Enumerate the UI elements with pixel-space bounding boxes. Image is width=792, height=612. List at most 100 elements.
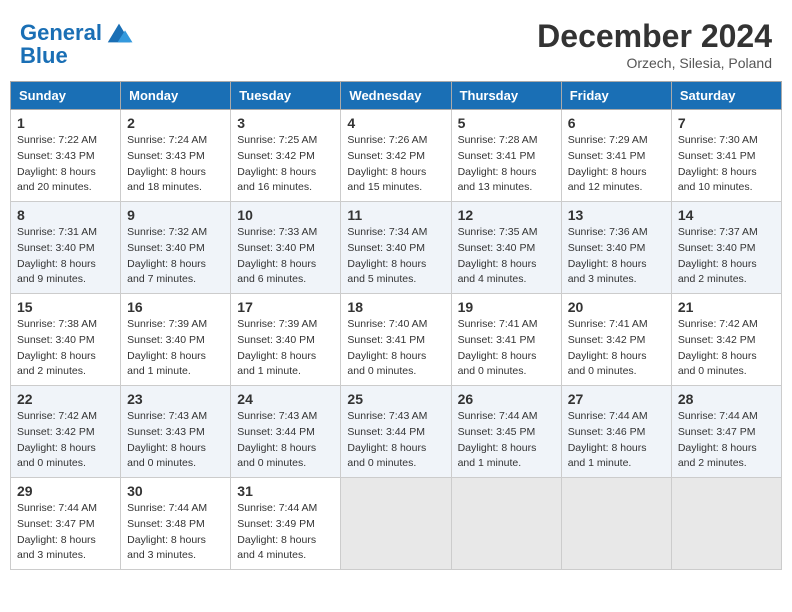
daylight-label: Daylight: 8 hours and 0 minutes. [127, 442, 206, 470]
sunrise-label: Sunrise: 7:44 AM [17, 502, 97, 514]
sunrise-label: Sunrise: 7:44 AM [568, 410, 648, 422]
day-info: Sunrise: 7:24 AM Sunset: 3:43 PM Dayligh… [127, 133, 224, 196]
day-info: Sunrise: 7:41 AM Sunset: 3:41 PM Dayligh… [458, 317, 555, 380]
daylight-label: Daylight: 8 hours and 1 minute. [237, 350, 316, 378]
daylight-label: Daylight: 8 hours and 0 minutes. [17, 442, 96, 470]
sunset-label: Sunset: 3:45 PM [458, 426, 536, 438]
page-header: General Blue December 2024 Orzech, Siles… [10, 10, 782, 75]
sunrise-label: Sunrise: 7:36 AM [568, 226, 648, 238]
sunrise-label: Sunrise: 7:25 AM [237, 134, 317, 146]
calendar-cell: 3 Sunrise: 7:25 AM Sunset: 3:42 PM Dayli… [231, 110, 341, 202]
header-saturday: Saturday [671, 82, 781, 110]
calendar-cell: 7 Sunrise: 7:30 AM Sunset: 3:41 PM Dayli… [671, 110, 781, 202]
sunset-label: Sunset: 3:42 PM [678, 334, 756, 346]
calendar-table: SundayMondayTuesdayWednesdayThursdayFrid… [10, 81, 782, 570]
logo-text2: Blue [20, 44, 68, 68]
day-info: Sunrise: 7:44 AM Sunset: 3:46 PM Dayligh… [568, 409, 665, 472]
day-number: 23 [127, 391, 224, 407]
sunrise-label: Sunrise: 7:34 AM [347, 226, 427, 238]
calendar-header-row: SundayMondayTuesdayWednesdayThursdayFrid… [11, 82, 782, 110]
week-row-4: 22 Sunrise: 7:42 AM Sunset: 3:42 PM Dayl… [11, 386, 782, 478]
daylight-label: Daylight: 8 hours and 6 minutes. [237, 258, 316, 286]
sunset-label: Sunset: 3:40 PM [17, 334, 95, 346]
day-number: 21 [678, 299, 775, 315]
daylight-label: Daylight: 8 hours and 1 minute. [568, 442, 647, 470]
calendar-cell [341, 478, 451, 570]
logo-icon [104, 18, 134, 48]
day-number: 16 [127, 299, 224, 315]
sunrise-label: Sunrise: 7:28 AM [458, 134, 538, 146]
day-info: Sunrise: 7:34 AM Sunset: 3:40 PM Dayligh… [347, 225, 444, 288]
day-number: 8 [17, 207, 114, 223]
sunset-label: Sunset: 3:41 PM [678, 150, 756, 162]
sunset-label: Sunset: 3:42 PM [347, 150, 425, 162]
daylight-label: Daylight: 8 hours and 4 minutes. [458, 258, 537, 286]
calendar-cell: 5 Sunrise: 7:28 AM Sunset: 3:41 PM Dayli… [451, 110, 561, 202]
day-info: Sunrise: 7:43 AM Sunset: 3:44 PM Dayligh… [237, 409, 334, 472]
sunrise-label: Sunrise: 7:43 AM [347, 410, 427, 422]
daylight-label: Daylight: 8 hours and 3 minutes. [127, 534, 206, 562]
calendar-cell: 4 Sunrise: 7:26 AM Sunset: 3:42 PM Dayli… [341, 110, 451, 202]
daylight-label: Daylight: 8 hours and 4 minutes. [237, 534, 316, 562]
day-number: 7 [678, 115, 775, 131]
day-info: Sunrise: 7:36 AM Sunset: 3:40 PM Dayligh… [568, 225, 665, 288]
sunset-label: Sunset: 3:43 PM [127, 426, 205, 438]
sunrise-label: Sunrise: 7:39 AM [127, 318, 207, 330]
sunrise-label: Sunrise: 7:41 AM [568, 318, 648, 330]
day-number: 18 [347, 299, 444, 315]
daylight-label: Daylight: 8 hours and 0 minutes. [568, 350, 647, 378]
calendar-cell: 22 Sunrise: 7:42 AM Sunset: 3:42 PM Dayl… [11, 386, 121, 478]
sunset-label: Sunset: 3:44 PM [237, 426, 315, 438]
sunrise-label: Sunrise: 7:24 AM [127, 134, 207, 146]
sunset-label: Sunset: 3:49 PM [237, 518, 315, 530]
header-thursday: Thursday [451, 82, 561, 110]
sunrise-label: Sunrise: 7:44 AM [127, 502, 207, 514]
sunset-label: Sunset: 3:47 PM [678, 426, 756, 438]
daylight-label: Daylight: 8 hours and 9 minutes. [17, 258, 96, 286]
daylight-label: Daylight: 8 hours and 15 minutes. [347, 166, 426, 194]
sunrise-label: Sunrise: 7:31 AM [17, 226, 97, 238]
calendar-cell [671, 478, 781, 570]
day-info: Sunrise: 7:42 AM Sunset: 3:42 PM Dayligh… [17, 409, 114, 472]
day-info: Sunrise: 7:29 AM Sunset: 3:41 PM Dayligh… [568, 133, 665, 196]
calendar-cell: 20 Sunrise: 7:41 AM Sunset: 3:42 PM Dayl… [561, 294, 671, 386]
day-number: 3 [237, 115, 334, 131]
daylight-label: Daylight: 8 hours and 0 minutes. [347, 350, 426, 378]
day-info: Sunrise: 7:28 AM Sunset: 3:41 PM Dayligh… [458, 133, 555, 196]
calendar-cell: 28 Sunrise: 7:44 AM Sunset: 3:47 PM Dayl… [671, 386, 781, 478]
sunrise-label: Sunrise: 7:32 AM [127, 226, 207, 238]
sunset-label: Sunset: 3:41 PM [458, 334, 536, 346]
calendar-cell: 9 Sunrise: 7:32 AM Sunset: 3:40 PM Dayli… [121, 202, 231, 294]
sunrise-label: Sunrise: 7:38 AM [17, 318, 97, 330]
day-number: 17 [237, 299, 334, 315]
sunset-label: Sunset: 3:40 PM [127, 334, 205, 346]
day-number: 11 [347, 207, 444, 223]
day-info: Sunrise: 7:42 AM Sunset: 3:42 PM Dayligh… [678, 317, 775, 380]
calendar-cell: 8 Sunrise: 7:31 AM Sunset: 3:40 PM Dayli… [11, 202, 121, 294]
day-info: Sunrise: 7:44 AM Sunset: 3:45 PM Dayligh… [458, 409, 555, 472]
daylight-label: Daylight: 8 hours and 18 minutes. [127, 166, 206, 194]
header-tuesday: Tuesday [231, 82, 341, 110]
calendar-cell: 18 Sunrise: 7:40 AM Sunset: 3:41 PM Dayl… [341, 294, 451, 386]
day-number: 27 [568, 391, 665, 407]
calendar-cell: 21 Sunrise: 7:42 AM Sunset: 3:42 PM Dayl… [671, 294, 781, 386]
day-number: 31 [237, 483, 334, 499]
daylight-label: Daylight: 8 hours and 0 minutes. [347, 442, 426, 470]
daylight-label: Daylight: 8 hours and 13 minutes. [458, 166, 537, 194]
calendar-cell: 19 Sunrise: 7:41 AM Sunset: 3:41 PM Dayl… [451, 294, 561, 386]
day-info: Sunrise: 7:26 AM Sunset: 3:42 PM Dayligh… [347, 133, 444, 196]
calendar-cell: 12 Sunrise: 7:35 AM Sunset: 3:40 PM Dayl… [451, 202, 561, 294]
calendar-cell: 26 Sunrise: 7:44 AM Sunset: 3:45 PM Dayl… [451, 386, 561, 478]
day-info: Sunrise: 7:39 AM Sunset: 3:40 PM Dayligh… [237, 317, 334, 380]
sunset-label: Sunset: 3:40 PM [568, 242, 646, 254]
week-row-2: 8 Sunrise: 7:31 AM Sunset: 3:40 PM Dayli… [11, 202, 782, 294]
sunset-label: Sunset: 3:42 PM [568, 334, 646, 346]
calendar-cell [451, 478, 561, 570]
sunset-label: Sunset: 3:40 PM [237, 242, 315, 254]
day-number: 1 [17, 115, 114, 131]
sunset-label: Sunset: 3:40 PM [458, 242, 536, 254]
sunrise-label: Sunrise: 7:44 AM [237, 502, 317, 514]
sunrise-label: Sunrise: 7:30 AM [678, 134, 758, 146]
week-row-1: 1 Sunrise: 7:22 AM Sunset: 3:43 PM Dayli… [11, 110, 782, 202]
calendar-cell: 17 Sunrise: 7:39 AM Sunset: 3:40 PM Dayl… [231, 294, 341, 386]
